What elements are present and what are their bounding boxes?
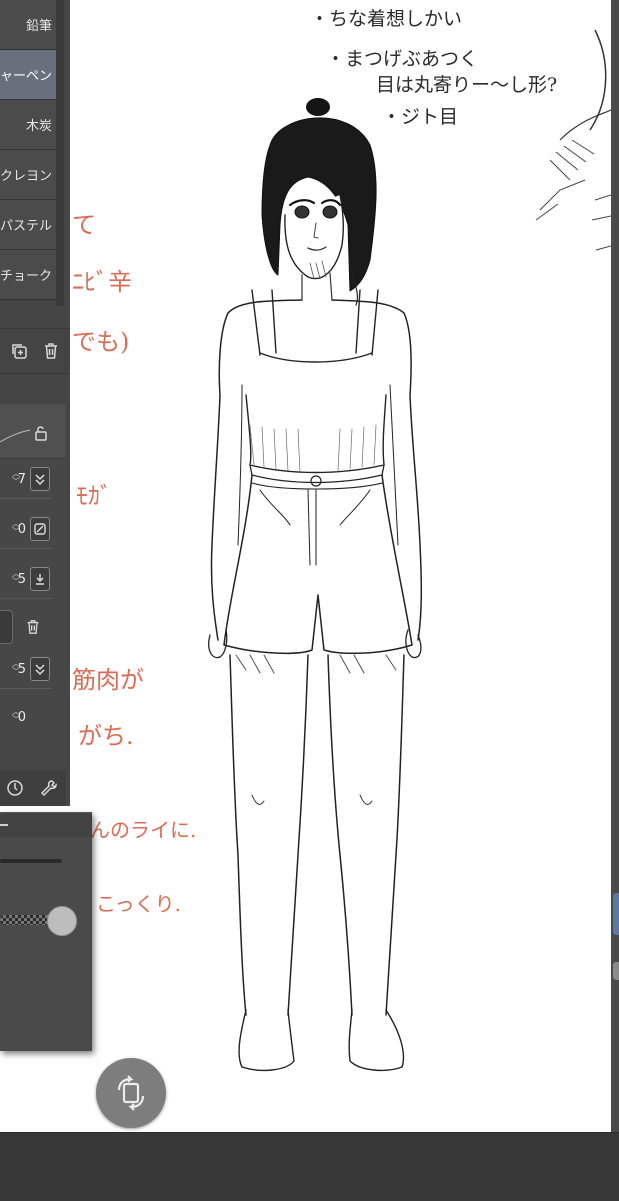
brush-item-label: 木炭 (25, 119, 52, 134)
brush-item-pencil[interactable]: 鉛筆 (0, 0, 56, 50)
rotate-canvas-button[interactable] (96, 1058, 166, 1128)
brush-item-label: クレヨン (0, 169, 52, 184)
bottom-bar (0, 1132, 619, 1201)
color-slider-panel (0, 812, 92, 1051)
brush-item-chalk[interactable]: チョーク (0, 250, 56, 300)
side-handle-secondary[interactable] (613, 962, 619, 980)
text-input[interactable] (0, 610, 13, 644)
sketch-strokes (535, 29, 611, 251)
slider-track[interactable] (0, 859, 62, 863)
red-note-5: 筋肉が (72, 666, 144, 694)
trash-icon[interactable] (22, 616, 44, 638)
reset-icon[interactable] (4, 777, 26, 799)
brush-item-label: 鉛筆 (25, 19, 52, 34)
props-footer (0, 770, 66, 806)
red-note-4: ﾓｶﾞ (76, 482, 112, 510)
red-note-2: ﾆﾋﾞ辛 (72, 268, 132, 296)
red-note-8: こっくり. (96, 892, 181, 916)
stepper-icon[interactable]: ︿ ﹀ (12, 520, 20, 536)
note-line-2: ・まつげぶあつく (326, 48, 479, 70)
brush-item-pastel[interactable]: パステル (0, 200, 56, 250)
red-note-1: て (72, 211, 96, 239)
panel-header[interactable] (0, 813, 92, 837)
download-icon[interactable] (30, 567, 50, 591)
tool-properties: 7 ︿ ﹀ 0 ︿ ﹀ 5 ︿ ﹀ 5 ︿ ﹀ 0 ︿ ﹀ (0, 404, 66, 806)
red-note-7: んのライに. (90, 818, 197, 842)
tool-panel: 鉛筆 シャーペン 木炭 クレヨン パステル チョーク 7 ︿﹀ 0 (0, 0, 70, 806)
brush-item-crayon[interactable]: クレヨン (0, 150, 56, 200)
rotate-icon (117, 1075, 145, 1111)
chevron-down-icon[interactable] (30, 657, 50, 681)
character-sketch (208, 98, 423, 1072)
brush-item-label: シャーペン (0, 69, 52, 84)
stepper-icon[interactable]: ︿ ﹀ (12, 570, 20, 586)
brush-item-charcoal[interactable]: 木炭 (0, 100, 56, 150)
stepper-icon[interactable]: ︿ ﹀ (12, 660, 20, 676)
pressure-icon[interactable] (30, 517, 50, 541)
minimize-icon[interactable] (0, 824, 8, 826)
brush-item-label: チョーク (0, 269, 52, 284)
note-line-1: ・ちな着想しかい (310, 8, 463, 30)
brush-list: 鉛筆 シャーペン 木炭 クレヨン パステル チョーク (0, 0, 56, 300)
stepper-icon[interactable]: ︿ ﹀ (12, 708, 20, 724)
stroke-preview (0, 404, 66, 459)
brush-item-mechanical-pencil[interactable]: シャーペン (0, 50, 56, 100)
chevron-down-icon[interactable] (30, 467, 50, 491)
prop-row-stabilizer: 0 (0, 698, 52, 736)
brush-item-label: パステル (0, 219, 52, 234)
wrench-icon[interactable] (38, 777, 60, 799)
opacity-slider-handle[interactable] (47, 906, 77, 936)
stepper-icon[interactable]: ︿ ﹀ (12, 470, 20, 486)
duplicate-icon[interactable] (8, 340, 30, 362)
trash-icon[interactable] (40, 340, 62, 362)
red-note-6: がち. (78, 722, 134, 750)
stroke-preview-line (0, 429, 30, 443)
red-note-3: でも) (72, 328, 130, 356)
brush-actions (0, 328, 70, 374)
lock-icon[interactable] (30, 422, 52, 444)
side-handle[interactable] (613, 893, 619, 935)
brush-list-scrollbar[interactable] (56, 0, 64, 306)
